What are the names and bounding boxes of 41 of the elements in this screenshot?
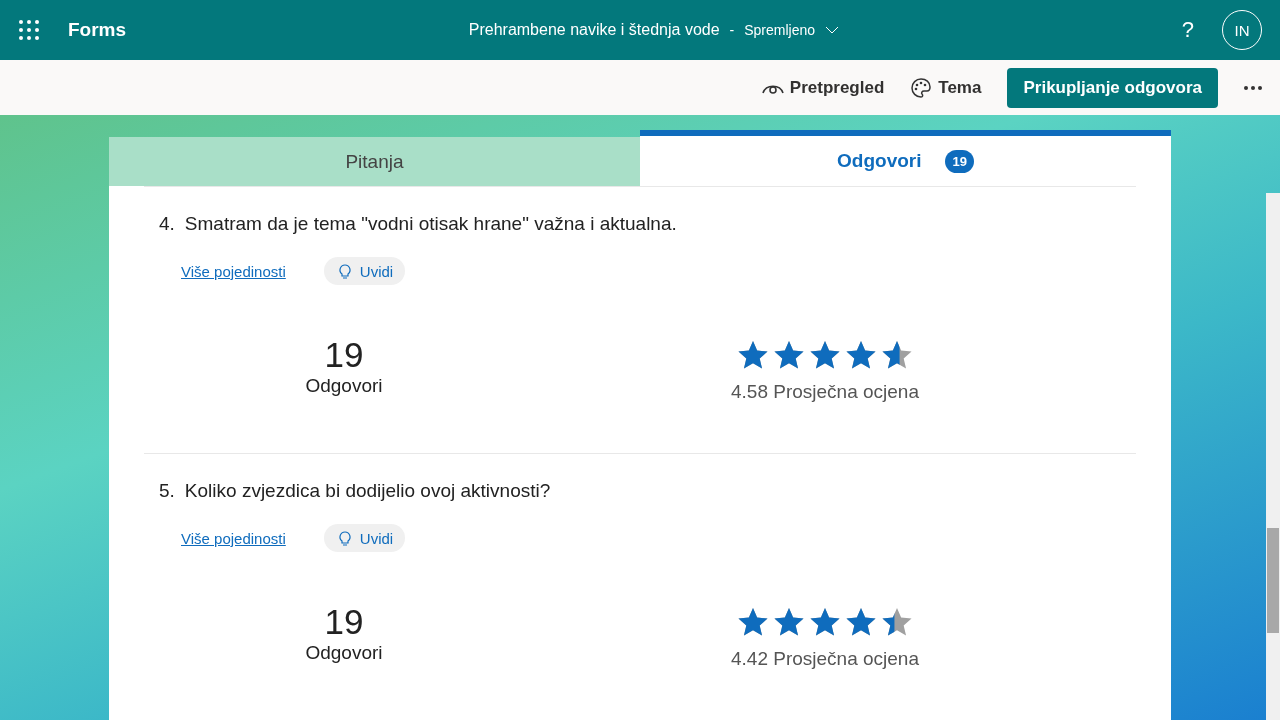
responses-label: Odgovori: [305, 375, 383, 397]
details-link[interactable]: Više pojedinosti: [181, 529, 286, 547]
collect-responses-button[interactable]: Prikupljanje odgovora: [1007, 67, 1218, 108]
question-number: 5.: [159, 480, 175, 502]
tab[interactable]: Odgovori 19: [640, 130, 1171, 186]
more-options-icon[interactable]: [1244, 85, 1262, 90]
responses-count: 19: [324, 602, 364, 642]
help-button[interactable]: ?: [1181, 17, 1194, 43]
question-number: 4.: [159, 213, 175, 235]
insights-button[interactable]: Uvidi: [323, 257, 406, 285]
star-icon: [737, 606, 769, 638]
app-launcher-icon[interactable]: [18, 19, 40, 41]
palette-icon: [910, 76, 933, 99]
details-link[interactable]: Više pojedinosti: [181, 262, 286, 280]
save-status: Spremljeno: [744, 22, 816, 38]
scrollbar-thumb[interactable]: [1267, 528, 1279, 633]
scrollbar[interactable]: [1266, 193, 1280, 720]
tab[interactable]: Pitanja: [109, 137, 640, 186]
star-icon: [845, 606, 877, 638]
response-count-badge: 19: [945, 149, 974, 173]
star-icon: [881, 606, 913, 638]
question-text: Koliko zvjezdica bi dodijelio ovoj aktivnosti?: [184, 480, 551, 502]
star-icon: [737, 339, 769, 371]
average-rating: 4.58 Prosječna ocjena: [731, 381, 919, 403]
app-name: Forms: [68, 19, 127, 41]
form-title: Prehrambene navike i štednja vode: [468, 21, 720, 39]
star-icon: [809, 606, 841, 638]
insights-button[interactable]: Uvidi: [323, 524, 406, 552]
star-icon: [773, 606, 805, 638]
responses-count: 19: [324, 335, 364, 375]
star-icon: [845, 339, 877, 371]
star-icon: [809, 339, 841, 371]
title-separator: -: [729, 22, 735, 38]
question-text: Smatram da je tema "vodni otisak hrane" važna i aktualna.: [184, 213, 677, 235]
star-icon: [881, 339, 913, 371]
preview-button[interactable]: Pretpregled: [761, 77, 885, 98]
average-rating: 4.42 Prosječna ocjena: [731, 648, 919, 670]
theme-button[interactable]: Tema: [910, 76, 982, 99]
star-icon: [773, 339, 805, 371]
responses-label: Odgovori: [305, 642, 383, 664]
chevron-down-icon[interactable]: [825, 26, 840, 34]
